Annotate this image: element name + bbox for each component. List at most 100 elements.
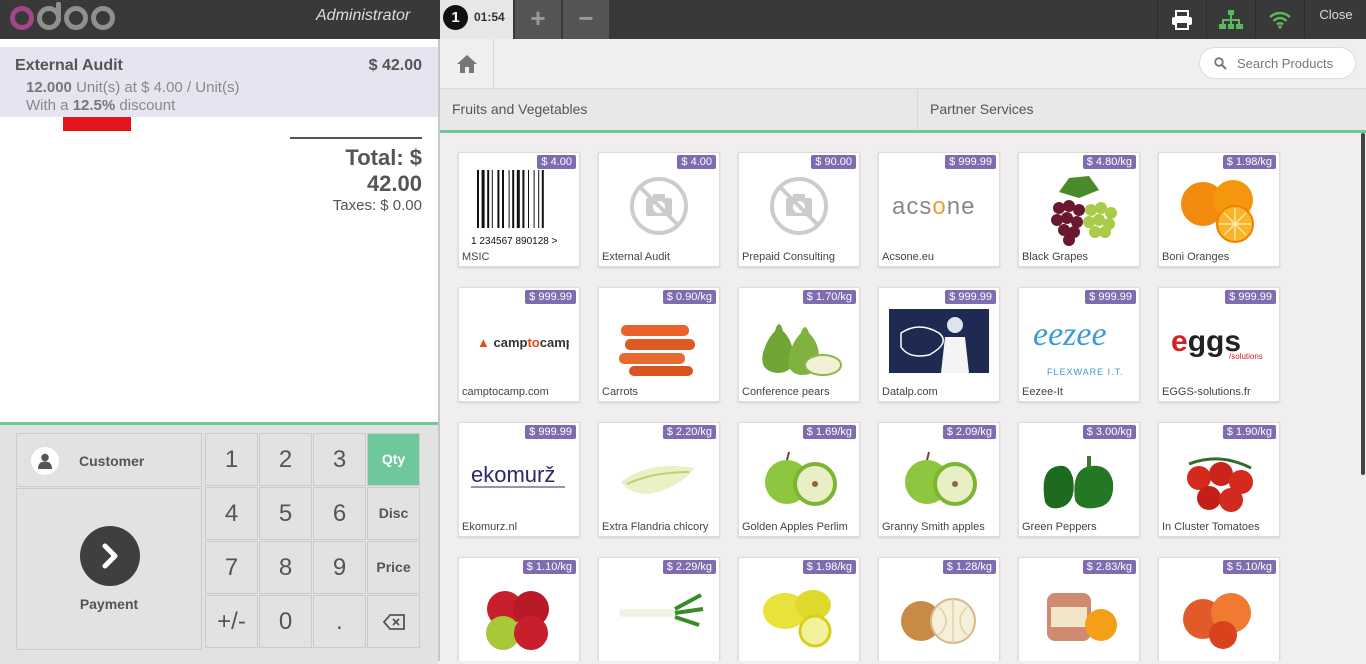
orderline-info: 12.000 Unit(s) at $ 4.00 / Unit(s) [26,79,239,96]
add-order-button[interactable]: + [515,0,561,39]
product-card[interactable]: eezee FLEXWARE I.T. $ 999.99 Eezee-It [1018,287,1140,402]
key-1[interactable]: 1 [205,433,258,486]
order-line[interactable]: External Audit $ 42.00 12.000 Unit(s) at… [0,47,438,131]
payment-button[interactable]: Payment [16,488,202,650]
product-card[interactable]: $ 2.83/kg [1018,557,1140,661]
product-card[interactable]: $ 90.00 Prepaid Consulting [738,152,860,267]
product-image [609,303,709,381]
product-price-tag: $ 1.10/kg [522,560,576,574]
product-card[interactable]: eggs/solutions $ 999.99 EGGS-solutions.fr [1158,287,1280,402]
product-price-tag: $ 1.98/kg [1222,155,1276,169]
mode-qty[interactable]: Qty [367,433,420,486]
chevron-right-icon [80,526,140,586]
svg-text:1 234567 890128 >: 1 234567 890128 > [471,236,558,246]
search-icon [1214,57,1227,70]
product-card[interactable]: ekomurž $ 999.99 Ekomurz.nl [458,422,580,537]
order-time: 01:54 [474,10,505,24]
wifi-status[interactable] [1255,0,1304,39]
discount-suffix: discount [119,97,176,114]
product-card[interactable]: $ 3.00/kg Green Peppers [1018,422,1140,537]
product-price-tag: $ 2.20/kg [662,425,716,439]
product-price-tag: $ 999.99 [945,290,996,304]
product-price-tag: $ 90.00 [811,155,856,169]
svg-text:eezee: eezee [1033,316,1107,353]
product-image: eezee FLEXWARE I.T. [1029,303,1129,381]
category-partner-services[interactable]: Partner Services [918,89,1366,130]
product-price-tag: $ 999.99 [945,155,996,169]
category-bar: Fruits and Vegetables Partner Services [440,89,1366,133]
svg-text:FLEXWARE I.T.: FLEXWARE I.T. [1047,367,1124,377]
order-summary: Total: $ 42.00 Taxes: $ 0.00 [290,137,422,214]
product-card[interactable]: $ 1.70/kg Conference pears [738,287,860,402]
remove-order-button[interactable]: − [563,0,609,39]
product-price-tag: $ 5.10/kg [1222,560,1276,574]
key-8[interactable]: 8 [259,541,312,594]
key-4[interactable]: 4 [205,487,258,540]
search-box[interactable]: Search Products [1199,47,1356,79]
product-name: External Audit [602,251,670,263]
product-card[interactable]: $ 1.98/kg Boni Oranges [1158,152,1280,267]
key-7[interactable]: 7 [205,541,258,594]
odoo-logo [6,1,118,34]
order-tab[interactable]: 1 01:54 [440,0,513,39]
product-card[interactable]: $ 4.80/kg Black Grapes [1018,152,1140,267]
product-card[interactable]: $ 0.90/kg Carrots [598,287,720,402]
key-9[interactable]: 9 [313,541,366,594]
product-card[interactable]: $ 2.29/kg [598,557,720,661]
product-card[interactable]: $ 1.28/kg [878,557,1000,661]
product-name: EGGS-solutions.fr [1162,386,1251,398]
key-0[interactable]: 0 [259,595,312,648]
product-grid: 1 234567 890128 > $ 4.00 MSIC $ 4.00 Externa… [440,133,1364,661]
search-input[interactable]: Search Products [1237,56,1333,71]
product-card[interactable]: $ 2.20/kg Extra Flandria chicory [598,422,720,537]
product-card[interactable]: $ 4.00 External Audit [598,152,720,267]
product-name: Extra Flandria chicory [602,521,709,533]
product-card[interactable]: $ 1.10/kg [458,557,580,661]
user-name[interactable]: Administrator [316,7,410,25]
scrollbar-thumb[interactable] [1361,133,1365,475]
product-card[interactable]: $ 1.69/kg Golden Apples Perlim [738,422,860,537]
customer-button[interactable]: Customer [16,433,202,487]
product-image [609,168,709,246]
key-decimal[interactable]: . [313,595,366,648]
product-card[interactable]: $ 1.98/kg [738,557,860,661]
print-button[interactable] [1157,0,1206,39]
discount-marker [63,117,131,131]
product-price-tag: $ 1.70/kg [802,290,856,304]
product-price-tag: $ 999.99 [525,290,576,304]
orderline-qty: 12.000 [26,79,72,96]
product-price-tag: $ 999.99 [1085,290,1136,304]
product-price-tag: $ 1.28/kg [942,560,996,574]
key-3[interactable]: 3 [313,433,366,486]
category-fruits-vegetables[interactable]: Fruits and Vegetables [440,89,918,130]
svg-text:/solutions: /solutions [1229,352,1263,361]
key-2[interactable]: 2 [259,433,312,486]
product-card[interactable]: 1 234567 890128 > $ 4.00 MSIC [458,152,580,267]
key-5[interactable]: 5 [259,487,312,540]
product-card[interactable]: $ 999.99 Datalp.com [878,287,1000,402]
product-name: In Cluster Tomatoes [1162,521,1260,533]
product-card[interactable]: $ 2.09/kg Granny Smith apples [878,422,1000,537]
close-button[interactable]: Close [1304,0,1366,39]
home-button[interactable] [440,39,494,88]
product-card[interactable]: $ 5.10/kg [1158,557,1280,661]
network-status[interactable] [1206,0,1255,39]
product-card[interactable]: ▲ camptocamp $ 999.99 camptocamp.com [458,287,580,402]
product-name: Green Peppers [1022,521,1097,533]
order-number: 1 [443,5,468,30]
key-6[interactable]: 6 [313,487,366,540]
mode-price[interactable]: Price [367,541,420,594]
product-image [1169,168,1269,246]
product-price-tag: $ 4.80/kg [1082,155,1136,169]
product-card[interactable]: acsone $ 999.99 Acsone.eu [878,152,1000,267]
printer-icon [1172,9,1192,30]
key-plus-minus[interactable]: +/- [205,595,258,648]
discount-prefix: With a [26,97,69,114]
product-image [469,573,569,651]
product-price-tag: $ 1.90/kg [1222,425,1276,439]
product-price-tag: $ 0.90/kg [662,290,716,304]
backspace-key[interactable] [367,595,420,648]
product-card[interactable]: $ 1.90/kg In Cluster Tomatoes [1158,422,1280,537]
mode-disc[interactable]: Disc [367,487,420,540]
product-image [1169,573,1269,651]
